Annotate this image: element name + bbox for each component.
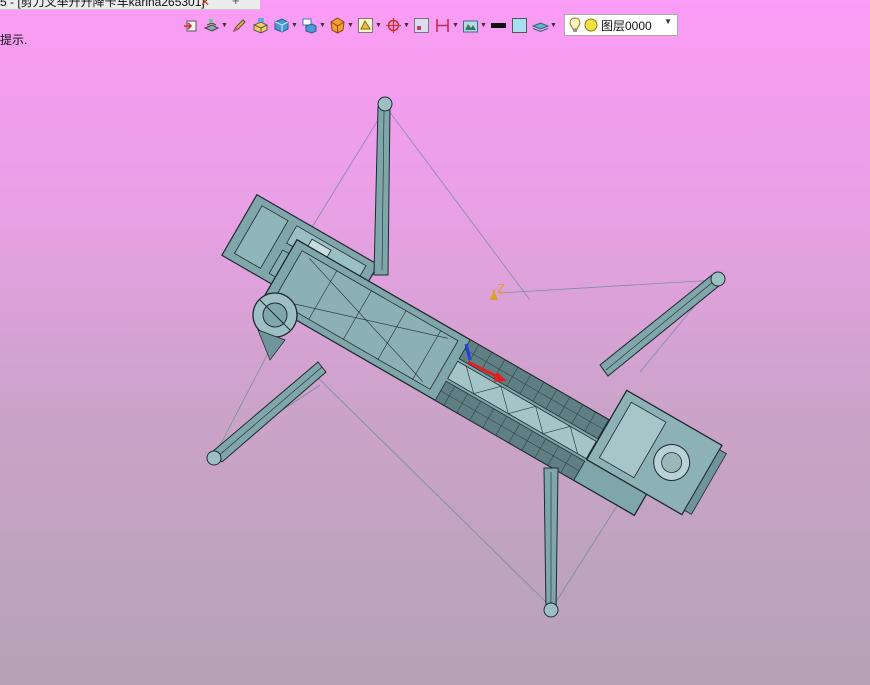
fill-color-button[interactable] (511, 14, 528, 36)
polyhedron-icon (330, 16, 345, 34)
line-color-icon (491, 22, 506, 28)
layer-dropdown-arrow[interactable]: ▼ (664, 17, 672, 26)
render-mode-dropdown-arrow[interactable]: ▼ (480, 22, 487, 29)
box-edit-icon (253, 17, 268, 34)
document-tab-title[interactable]: 5 - [剪刀叉举升升降卡车karina265301] (0, 0, 205, 9)
extrude-button[interactable] (182, 14, 199, 36)
box-edit-button[interactable] (252, 14, 269, 36)
polyhedron-button[interactable]: ▼ (329, 14, 354, 36)
render-mode-button[interactable]: ▼ (462, 14, 487, 36)
layers-icon (532, 21, 549, 32)
crosshair-dropdown-arrow[interactable]: ▼ (403, 22, 410, 29)
layer-select[interactable]: 图层0000 ▼ (564, 14, 678, 36)
dimension-icon (436, 18, 449, 32)
view-cube-dropdown-arrow[interactable]: ▼ (319, 22, 326, 29)
polyhedron-dropdown-arrow[interactable]: ▼ (347, 22, 354, 29)
fill-color-icon (512, 17, 527, 33)
pencil-button[interactable] (231, 14, 248, 36)
cube-button[interactable]: ▼ (273, 14, 298, 36)
dimension-button[interactable]: ▼ (434, 14, 459, 36)
close-tab-icon[interactable]: ✕ (200, 0, 210, 9)
line-color-button[interactable] (490, 14, 507, 36)
stack-button[interactable]: ▼ (203, 14, 228, 36)
z-axis-label: Z (497, 281, 505, 296)
document-tab-bar: 5 - [剪刀叉举升升降卡车karina265301] ✕ + (0, 0, 260, 10)
stack-icon (203, 18, 220, 32)
layers-button[interactable]: ▼ (532, 14, 557, 36)
pencil-icon (232, 18, 246, 32)
layer-color-icon[interactable] (584, 18, 598, 32)
new-tab-icon[interactable]: + (232, 0, 240, 8)
crosshair-button[interactable]: ▼ (385, 14, 410, 36)
layer-name: 图层0000 (601, 18, 652, 33)
layers-dropdown-arrow[interactable]: ▼ (550, 22, 557, 29)
view-cube-icon (302, 18, 317, 34)
frame-select-icon (358, 17, 373, 33)
cube-icon (274, 17, 289, 33)
extrude-icon (184, 20, 197, 31)
frame-select-button[interactable]: ▼ (357, 14, 382, 36)
crosshair-icon (386, 17, 401, 33)
view-toolbar: ▼ ▼ ▼ ▼ ▼ ▼ ▼ ▼ ▼ 图层0000 ▼ (182, 13, 782, 37)
dimension-dropdown-arrow[interactable]: ▼ (452, 22, 459, 29)
lightbulb-icon[interactable] (568, 17, 582, 33)
rear-reel (252, 292, 298, 361)
3d-viewport[interactable]: Z (0, 40, 870, 685)
render-mode-icon (463, 20, 478, 32)
point-select-button[interactable] (413, 14, 430, 36)
cube-dropdown-arrow[interactable]: ▼ (291, 22, 298, 29)
point-select-icon (414, 17, 429, 33)
truck-chassis (261, 238, 671, 517)
stack-dropdown-arrow[interactable]: ▼ (221, 22, 228, 29)
frame-select-dropdown-arrow[interactable]: ▼ (375, 22, 382, 29)
view-cube-button[interactable]: ▼ (301, 14, 326, 36)
